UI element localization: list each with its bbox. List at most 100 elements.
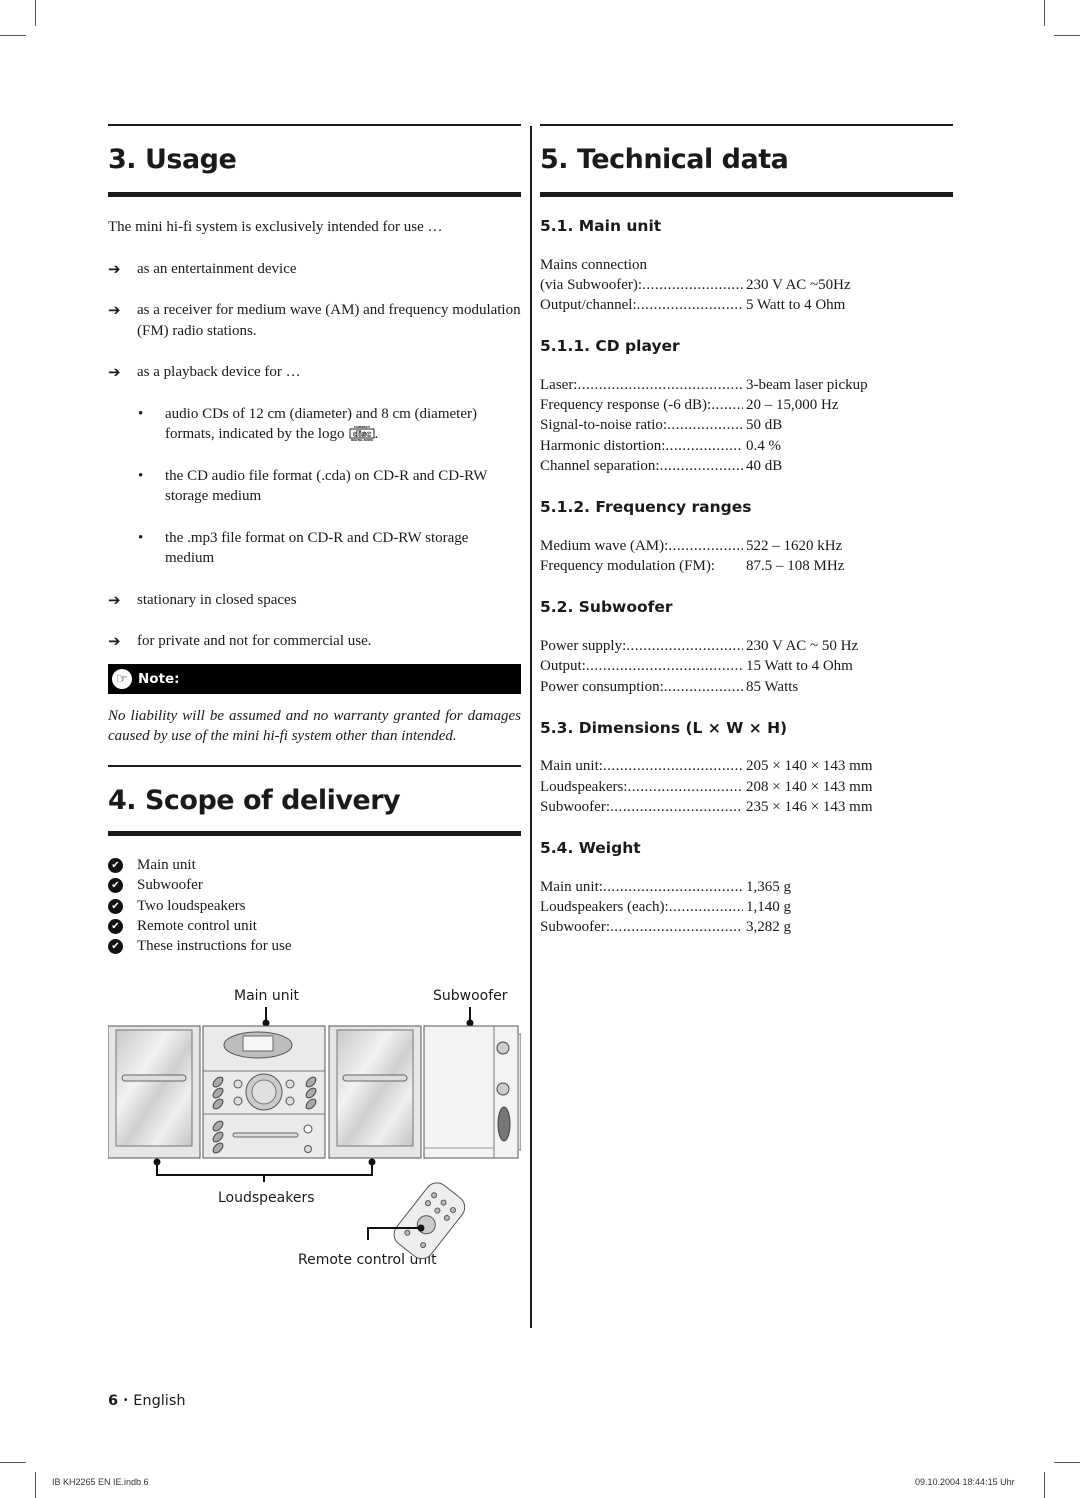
spec-label: Main unit: (540, 758, 603, 775)
remote-control (393, 1182, 466, 1260)
usage-item-text: the CD audio file format (.cda) on CD-R … (165, 467, 488, 505)
usage-item-text: stationary in closed spaces (137, 591, 297, 608)
heading-rule-bottom (108, 830, 521, 836)
heading-rule-top (108, 124, 521, 126)
spec-label: Loudspeakers: (540, 778, 628, 795)
heading-rule-bottom (108, 192, 521, 197)
spec-label: Frequency modulation (FM): (540, 558, 715, 575)
dot-leader (660, 456, 743, 476)
spec-label-wrap: Main unit: (540, 877, 743, 897)
spec-label-wrap: Subwoofer: (540, 917, 743, 937)
usage-item-text: the .mp3 file format on CD-R and CD-RW s… (165, 529, 469, 567)
scope-item: ✔ Remote control unit (108, 916, 521, 936)
arrow-right-icon: ➔ (108, 301, 121, 319)
product-illustration: Main unit Subwoofer Loudspeakers Remote … (108, 986, 521, 1276)
dot-leader (642, 275, 743, 295)
spec-row: Main unit: 205 × 140 × 143 mm (540, 756, 953, 776)
usage-arrow-item: ➔ as a playback device for … (108, 362, 521, 383)
spec-value: 1,365 g (746, 878, 791, 895)
checkmark-icon: ✔ (108, 898, 123, 914)
spec-row: Channel separation: 40 dB (540, 456, 953, 476)
spec-row: Loudspeakers: 208 × 140 × 143 mm (540, 777, 953, 797)
checkmark-icon: ✔ (108, 858, 123, 874)
spec-label: Main unit: (540, 878, 603, 895)
bullet-icon: • (138, 529, 144, 546)
arrow-right-icon: ➔ (108, 259, 121, 278)
checkmark-icon: ✔ (108, 878, 123, 894)
dot-leader (664, 677, 743, 697)
subwoofer (423, 1025, 521, 1159)
spec-row: Signal-to-noise ratio: 50 dB (540, 415, 953, 435)
period: . (374, 426, 379, 442)
spec-label-wrap: Signal-to-noise ratio: (540, 415, 743, 435)
spec-table: Laser: 3-beam laser pickup Frequency respo… (540, 375, 953, 476)
spec-label: Laser: (540, 376, 578, 393)
checkmark-icon: ✔ (108, 939, 123, 955)
dot-leader (577, 375, 743, 395)
dot-leader (610, 917, 743, 937)
spec-label-wrap: Harmonic distortion: (540, 436, 743, 456)
callout-dot (153, 1158, 161, 1166)
spec-table: Power supply: 230 V AC ~ 50 Hz Output: 15 W… (540, 636, 953, 697)
spec-table: Main unit: 1,365 g Loudspeakers (each): 1,1… (540, 877, 953, 938)
usage-list: ➔ as an entertainment device ➔ as a receive… (108, 259, 521, 652)
spec-row: (via Subwoofer): 230 V AC ~50Hz (540, 275, 953, 295)
usage-arrow-item: ➔ for private and not for commercial use. (108, 631, 521, 652)
svg-text:COMPACT: COMPACT (353, 425, 370, 429)
spec-row: Loudspeakers (each): 1,140 g (540, 897, 953, 917)
section-heading-scope: 4. Scope of delivery (108, 784, 401, 816)
dot-leader (610, 797, 743, 817)
note-banner: ☞ Note: (108, 663, 521, 694)
spec-label-wrap: Subwoofer: (540, 797, 743, 817)
scope-item: ✔ Two loudspeakers (108, 896, 521, 916)
spec-value: 205 × 140 × 143 mm (746, 758, 873, 775)
spec-value: 1,140 g (746, 899, 791, 916)
spec-value: 0.4 % (746, 437, 781, 454)
spec-label: (via Subwoofer): (540, 276, 643, 293)
spec-row: Power consumption: 85 Watts (540, 677, 953, 697)
svg-text:DIGITAL AUDIO: DIGITAL AUDIO (351, 438, 373, 441)
subsection-heading: 5.1.1. CD player (540, 337, 680, 356)
dot-leader (669, 897, 743, 917)
main-unit (202, 1025, 326, 1159)
spec-label: Output: (540, 658, 586, 675)
dot-leader (603, 756, 743, 776)
note-text: No liability will be assumed and no warr… (108, 707, 521, 745)
dot-leader (637, 295, 743, 315)
dot-leader (586, 656, 743, 676)
usage-bullet-item: • the CD audio file format (.cda) on CD-R… (108, 466, 521, 507)
spec-value: 208 × 140 × 143 mm (746, 778, 873, 795)
spec-value: 85 Watts (746, 678, 799, 695)
spec-label-wrap: Main unit: (540, 756, 743, 776)
loudspeakers-callout (156, 1162, 373, 1182)
spec-label-wrap: Output: (540, 656, 743, 676)
section-heading-technical: 5. Technical data (540, 144, 789, 175)
spec-row: Power supply: 230 V AC ~ 50 Hz (540, 636, 953, 656)
arrow-right-icon: ➔ (108, 363, 121, 381)
spec-label-wrap: Power consumption: (540, 677, 743, 697)
page-number: 6 (108, 1393, 119, 1409)
spec-value: 235 × 146 × 143 mm (746, 798, 873, 815)
spec-label: Frequency response (-6 dB): (540, 397, 712, 414)
usage-item-text: for private and not for commercial use. (137, 633, 372, 649)
usage-item-text: as a playback device for … (137, 364, 301, 380)
spec-value: 40 dB (746, 458, 783, 475)
technical-sections: 5.1. Main unit Mains connection (via Subwo… (540, 217, 953, 938)
usage-arrow-item: ➔ as a receiver for medium wave (AM) and … (108, 300, 521, 341)
slug-file: IB KH2265 EN IE.indb 6 (52, 1477, 149, 1487)
spec-label-wrap: Medium wave (AM): (540, 536, 743, 556)
slug-date: 09.10.2004 18:44:15 Uhr (915, 1477, 1015, 1487)
subsection-heading: 5.1. Main unit (540, 217, 662, 235)
left-speaker (108, 1025, 201, 1159)
scope-item-text: These instructions for use (137, 938, 292, 955)
subsection-heading: 5.2. Subwoofer (540, 598, 673, 617)
bullet-icon: • (138, 467, 144, 484)
spec-label: Channel separation: (540, 458, 660, 475)
spec-row: Medium wave (AM): 522 – 1620 kHz (540, 536, 953, 556)
spec-label: Power consumption: (540, 678, 664, 695)
usage-arrow-item: ➔ stationary in closed spaces (108, 590, 521, 611)
spec-value: 20 – 15,000 Hz (746, 397, 839, 414)
spec-row: Subwoofer: 3,282 g (540, 917, 953, 937)
scope-item-text: Remote control unit (137, 918, 257, 935)
dot-leader (668, 536, 743, 556)
